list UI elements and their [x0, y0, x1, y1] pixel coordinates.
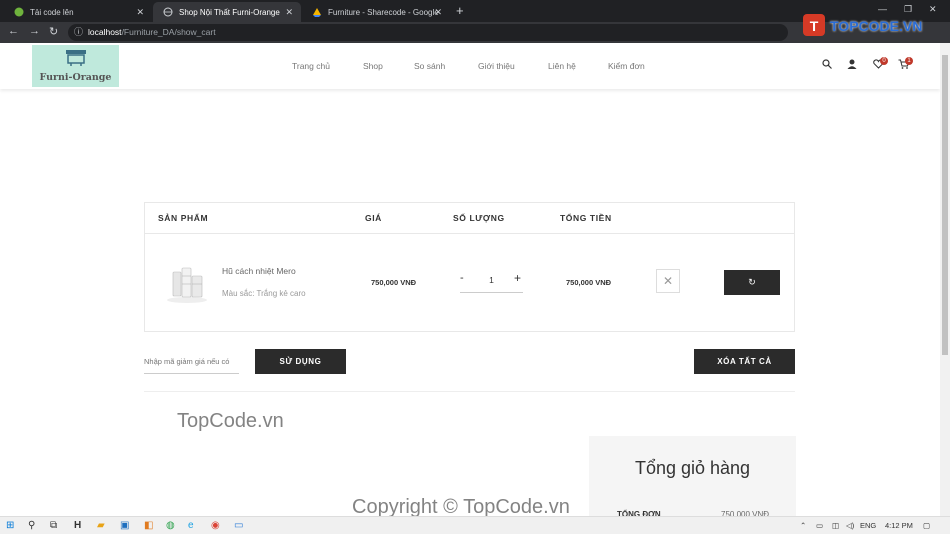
svg-text:T: T	[810, 18, 819, 34]
cart-table: SẢN PHẨM GIÁ SỐ LƯỢNG TỔNG TIỀN Hũ cách …	[144, 202, 795, 332]
network-icon[interactable]: ◫	[832, 521, 839, 530]
update-cart-button[interactable]: ↻	[724, 270, 780, 295]
tab-title: Tải code lên	[30, 7, 74, 17]
cart-count-badge: 1	[905, 57, 913, 65]
line-total: 750,000 VNĐ	[566, 278, 612, 287]
file-explorer-icon[interactable]: ▰	[97, 520, 105, 531]
divider	[144, 391, 795, 392]
header-product: SẢN PHẨM	[158, 213, 209, 223]
close-tab-icon[interactable]: ✕	[434, 7, 442, 18]
page-scrollbar[interactable]	[940, 43, 950, 516]
apply-coupon-button[interactable]: SỬ DỤNG	[255, 349, 346, 374]
site-favicon-icon	[14, 7, 24, 17]
product-name[interactable]: Hũ cách nhiệt Mero	[222, 266, 296, 276]
address-bar-row: ← → ↻ ⓘ localhost/Furniture_DA/show_cart…	[0, 14, 950, 43]
tab-furni-orange[interactable]: Shop Nội Thất Furni-Orange ✕	[153, 2, 301, 22]
increase-quantity-button[interactable]: +	[514, 271, 521, 285]
search-icon[interactable]	[822, 59, 832, 72]
window-close-icon[interactable]: ✕	[929, 4, 937, 15]
watermark-text: TopCode.vn	[177, 410, 284, 432]
nav-compare[interactable]: So sánh	[414, 61, 445, 71]
nav-contact[interactable]: Liên hệ	[548, 61, 576, 71]
close-tab-icon[interactable]: ✕	[285, 7, 293, 18]
forward-icon[interactable]: →	[29, 25, 40, 37]
close-icon: ✕	[662, 274, 674, 288]
tab-google-drive[interactable]: Furniture - Sharecode - Google Ổ ✕	[302, 2, 450, 22]
app-window-icon[interactable]: ▭	[234, 520, 243, 531]
url-input[interactable]: ⓘ localhost/Furniture_DA/show_cart	[68, 24, 788, 41]
nav-home[interactable]: Trang chủ	[292, 61, 330, 71]
site-logo[interactable]: Furni-Orange	[32, 45, 119, 87]
site-header: Furni-Orange Trang chủ Shop So sánh Giới…	[0, 43, 940, 89]
windows-taskbar: ⊞ ⚲ ⧉ H ▰ ▣ ◧ ◍ e ◉ ▭ ⌃ ▭ ◫ ◁) ENG 4:12 …	[0, 516, 950, 534]
nav-shop[interactable]: Shop	[363, 61, 383, 71]
globe-icon	[163, 7, 173, 17]
scrollbar-thumb[interactable]	[942, 55, 948, 355]
topcode-badge-text: TOPCODE.VN	[830, 18, 923, 34]
quantity-input[interactable]: 1	[484, 275, 499, 285]
quantity-stepper: - 1 +	[460, 268, 523, 293]
remove-item-button[interactable]: ✕	[656, 269, 680, 293]
tab-upload-code[interactable]: Tải code lên ✕	[4, 2, 152, 22]
url-host: localhost	[88, 27, 122, 37]
clock[interactable]: 4:12 PM	[885, 521, 913, 530]
close-tab-icon[interactable]: ✕	[136, 7, 144, 18]
header-price: GIÁ	[365, 213, 382, 223]
battery-icon[interactable]: ▭	[816, 521, 823, 530]
cart-summary: Tổng giỏ hàng TỔNG ĐƠN 750,000 VNĐ	[589, 436, 796, 519]
google-drive-icon	[312, 7, 322, 17]
refresh-icon: ↻	[748, 277, 756, 287]
nav-about[interactable]: Giới thiệu	[478, 61, 515, 71]
wishlist-count-badge: 0	[880, 57, 888, 65]
user-icon[interactable]	[847, 59, 857, 72]
cart-summary-title: Tổng giỏ hàng	[634, 458, 751, 478]
windows-start-icon[interactable]: ⊞	[6, 520, 14, 531]
notification-icon[interactable]: ▢	[923, 521, 930, 530]
header-quantity: SỐ LƯỢNG	[453, 213, 505, 223]
product-image[interactable]	[165, 264, 209, 304]
app-h-icon[interactable]: H	[74, 520, 81, 531]
store-app-icon[interactable]: ▣	[120, 520, 129, 531]
topcode-logo: T TOPCODE.VN	[800, 10, 930, 40]
tab-title: Furniture - Sharecode - Google Ổ	[328, 7, 440, 17]
edge-icon[interactable]: e	[188, 520, 194, 531]
xampp-icon[interactable]: ◍	[166, 520, 175, 531]
task-view-icon[interactable]: ⧉	[50, 520, 57, 531]
chrome-icon[interactable]: ◉	[211, 520, 220, 531]
reload-icon[interactable]: ↻	[49, 25, 58, 38]
store-icon	[66, 50, 86, 66]
decrease-quantity-button[interactable]: -	[460, 272, 464, 284]
volume-icon[interactable]: ◁)	[846, 521, 854, 530]
back-icon[interactable]: ←	[8, 25, 19, 37]
logo-text: Furni-Orange	[39, 72, 112, 83]
sublime-icon[interactable]: ◧	[144, 520, 153, 531]
cart-table-header: SẢN PHẨM GIÁ SỐ LƯỢNG TỔNG TIỀN	[145, 203, 794, 234]
site-info-icon[interactable]: ⓘ	[74, 24, 83, 41]
nav-order-check[interactable]: Kiểm đơn	[608, 61, 645, 71]
clear-cart-button[interactable]: XÓA TẤT CẢ	[694, 349, 795, 374]
coupon-input[interactable]	[144, 349, 239, 374]
language-indicator[interactable]: ENG	[860, 521, 876, 530]
url-path: /Furniture_DA/show_cart	[121, 27, 216, 37]
product-price: 750,000 VNĐ	[371, 278, 417, 287]
new-tab-button[interactable]: +	[456, 3, 464, 18]
tray-chevron-icon[interactable]: ⌃	[800, 521, 806, 530]
header-total: TỔNG TIỀN	[560, 213, 612, 223]
product-color: Màu sắc: Trắng kẻ caro	[222, 289, 306, 298]
tab-title: Shop Nội Thất Furni-Orange	[179, 7, 280, 17]
search-taskbar-icon[interactable]: ⚲	[28, 520, 35, 531]
table-row: Hũ cách nhiệt Mero Màu sắc: Trắng kẻ car…	[145, 234, 794, 331]
